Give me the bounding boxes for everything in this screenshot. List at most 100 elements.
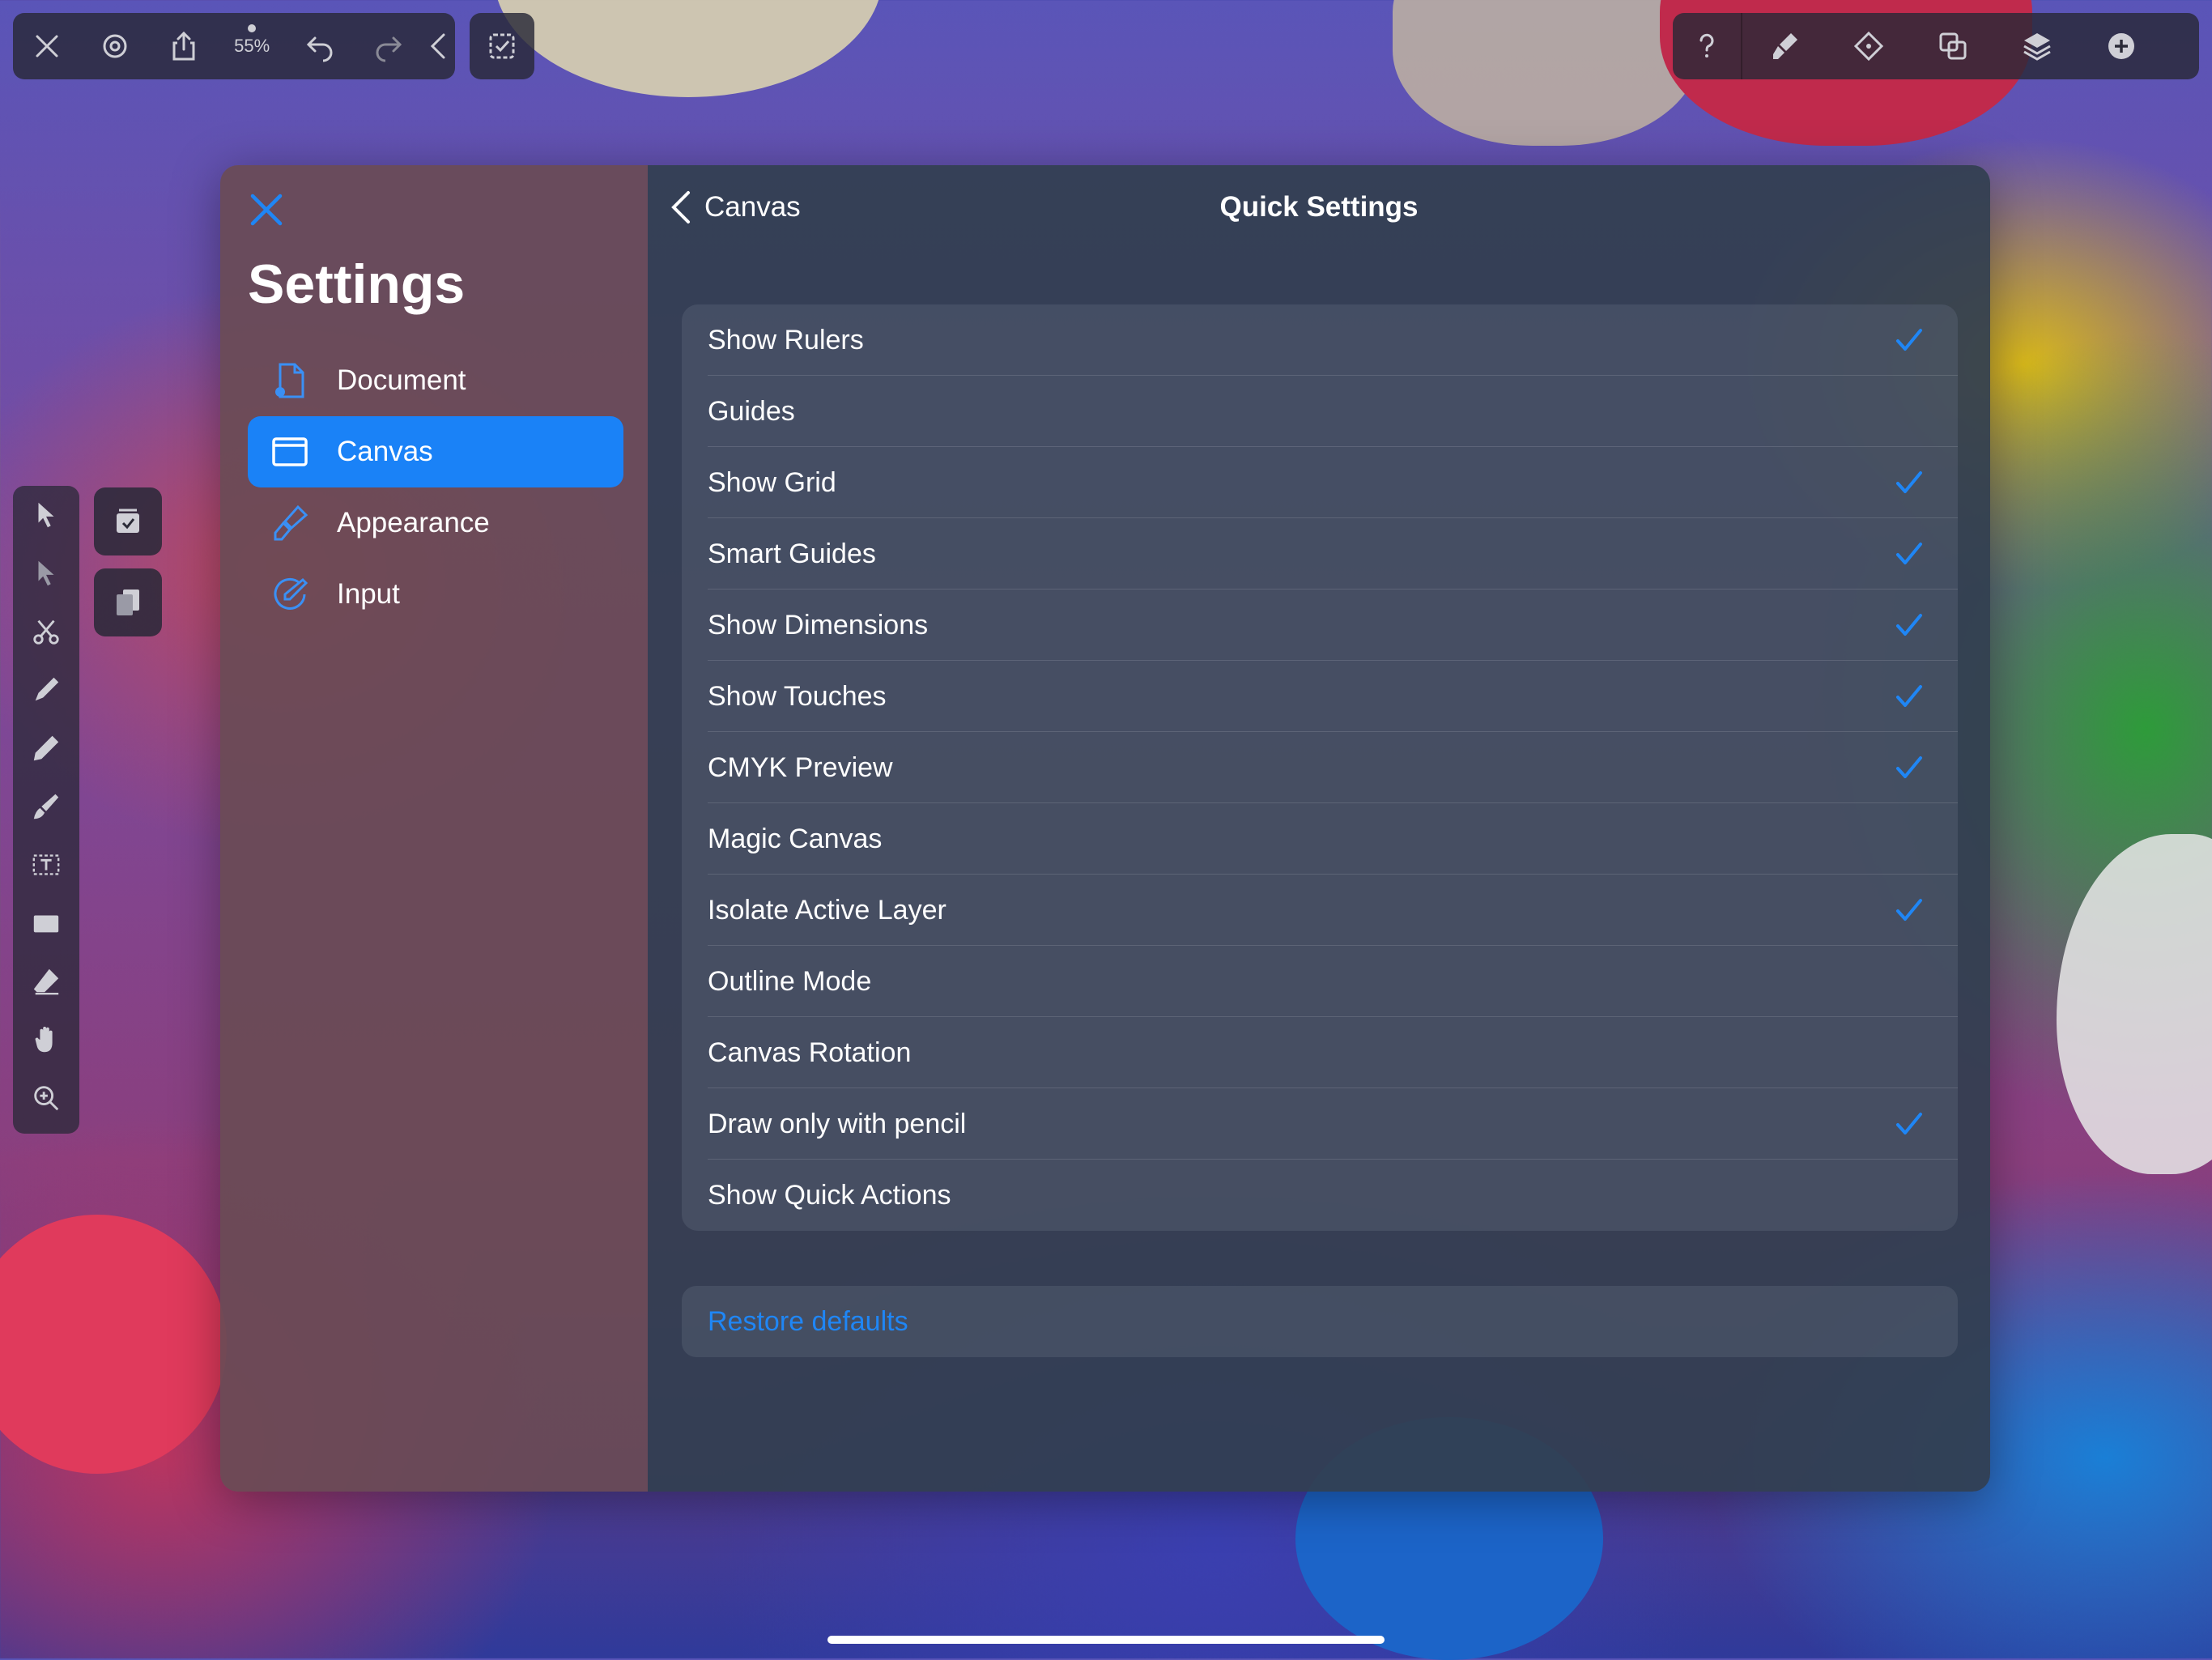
checkmark-icon — [1896, 329, 1922, 351]
setting-label: Outline Mode — [708, 965, 872, 997]
checkmark-icon — [1896, 685, 1922, 707]
document-gear-icon — [266, 361, 314, 400]
setting-row[interactable]: Show Touches — [682, 661, 1958, 732]
nav-item-canvas[interactable]: Canvas — [248, 416, 623, 487]
setting-row[interactable]: Show Quick Actions — [682, 1160, 1958, 1231]
share-button[interactable] — [150, 13, 218, 79]
setting-label: Smart Guides — [708, 538, 876, 569]
arrow-pointer-icon — [38, 502, 54, 528]
select-toggle-button[interactable] — [470, 13, 534, 79]
setting-label: Magic Canvas — [708, 823, 883, 854]
restore-defaults-button[interactable]: Restore defaults — [682, 1286, 1958, 1357]
setting-label: Show Touches — [708, 680, 887, 712]
close-document-button[interactable] — [13, 13, 81, 79]
settings-sidebar: Settings Document Canvas Appearance Inpu… — [220, 165, 648, 1492]
scissors-tool[interactable] — [13, 602, 79, 661]
duplicate-button[interactable] — [94, 568, 162, 636]
background-shape — [1393, 0, 1700, 146]
quick-settings-panel: Canvas Quick Settings Show Rulers Guides S… — [648, 165, 1990, 1492]
selection-toggle-toolbar — [470, 13, 534, 79]
eraser-icon — [33, 968, 59, 995]
text-tool[interactable] — [13, 836, 79, 894]
hand-tool[interactable] — [13, 1011, 79, 1069]
nav-item-label: Document — [337, 364, 466, 396]
setting-row[interactable]: Show Rulers — [682, 304, 1958, 376]
layers-button[interactable] — [1995, 13, 2079, 79]
tool-palette — [13, 486, 79, 1134]
zoom-indicator[interactable]: 55% — [218, 13, 286, 79]
undo-button[interactable] — [286, 13, 354, 79]
setting-row[interactable]: Guides — [682, 376, 1958, 447]
canvas-window-icon — [266, 432, 314, 471]
background-shape — [0, 1215, 227, 1474]
nav-item-appearance[interactable]: Appearance — [248, 487, 623, 559]
eraser-tool[interactable] — [13, 952, 79, 1011]
redo-icon — [376, 36, 402, 62]
boolean-button[interactable] — [1911, 13, 1995, 79]
pencil-tool[interactable] — [13, 719, 79, 777]
add-button[interactable] — [2079, 13, 2163, 79]
settings-nav: Document Canvas Appearance Input — [248, 345, 623, 630]
diamond-icon — [1853, 31, 1884, 62]
close-icon — [36, 35, 58, 57]
nav-item-input[interactable]: Input — [248, 559, 623, 630]
setting-label: Show Rulers — [708, 324, 864, 355]
paintbrush-icon — [1773, 33, 1797, 59]
home-indicator[interactable] — [827, 1636, 1385, 1644]
help-button[interactable] — [1673, 13, 1741, 79]
share-icon — [172, 31, 195, 61]
checkmark-icon — [1896, 1113, 1922, 1134]
checkmark-icon — [1896, 543, 1922, 564]
background-shape — [494, 0, 883, 97]
archive-button[interactable] — [94, 487, 162, 555]
undo-icon — [307, 36, 333, 62]
overlap-squares-icon — [1939, 32, 1967, 60]
style-button[interactable] — [1742, 13, 1827, 79]
chevron-left-icon — [430, 33, 445, 59]
setting-row[interactable]: Magic Canvas — [682, 803, 1958, 875]
documents-icon — [117, 590, 139, 615]
setting-row[interactable]: Isolate Active Layer — [682, 875, 1958, 946]
setting-row[interactable]: Outline Mode — [682, 946, 1958, 1017]
settings-button[interactable] — [81, 13, 149, 79]
setting-label: Canvas Rotation — [708, 1036, 912, 1068]
quick-settings-list: Show Rulers Guides Show Grid Smart Guides Sh… — [682, 304, 1958, 1231]
setting-row[interactable]: Smart Guides — [682, 518, 1958, 590]
magnifier-icon — [34, 1086, 59, 1111]
selection-tool[interactable] — [13, 486, 79, 544]
checkbox-icon — [489, 33, 515, 59]
setting-row[interactable]: Show Grid — [682, 447, 1958, 518]
setting-row[interactable]: CMYK Preview — [682, 732, 1958, 803]
collapse-toolbar-button[interactable] — [423, 13, 455, 79]
checkmark-icon — [1896, 756, 1922, 778]
brush-tool[interactable] — [13, 777, 79, 836]
pen-tool[interactable] — [13, 661, 79, 719]
shape-tool[interactable] — [13, 894, 79, 952]
redo-button[interactable] — [355, 13, 423, 79]
question-mark-icon — [1699, 33, 1714, 57]
settings-modal: Settings Document Canvas Appearance Inpu… — [220, 165, 1990, 1492]
paintbrush-icon — [266, 504, 314, 543]
nav-item-label: Input — [337, 578, 400, 610]
rectangle-icon — [33, 915, 59, 933]
nav-item-document[interactable]: Document — [248, 345, 623, 416]
setting-label: Isolate Active Layer — [708, 894, 946, 926]
setting-label: Show Quick Actions — [708, 1179, 951, 1211]
checkmark-icon — [1896, 471, 1922, 493]
direct-selection-tool[interactable] — [13, 544, 79, 602]
setting-label: Show Grid — [708, 466, 836, 498]
zoom-tool[interactable] — [13, 1069, 79, 1127]
setting-row[interactable]: Canvas Rotation — [682, 1017, 1958, 1088]
hollow-pointer-icon — [38, 560, 54, 586]
setting-label: CMYK Preview — [708, 751, 893, 783]
setting-row[interactable]: Show Dimensions — [682, 590, 1958, 661]
symbols-button[interactable] — [1827, 13, 1911, 79]
nav-item-label: Appearance — [337, 507, 490, 538]
pencil-icon — [33, 735, 59, 761]
layers-icon — [2023, 33, 2051, 61]
hand-icon — [35, 1026, 53, 1053]
tray-check-icon — [117, 509, 139, 533]
close-icon[interactable] — [246, 189, 287, 230]
plus-circle-icon — [2108, 33, 2134, 59]
setting-row[interactable]: Draw only with pencil — [682, 1088, 1958, 1160]
